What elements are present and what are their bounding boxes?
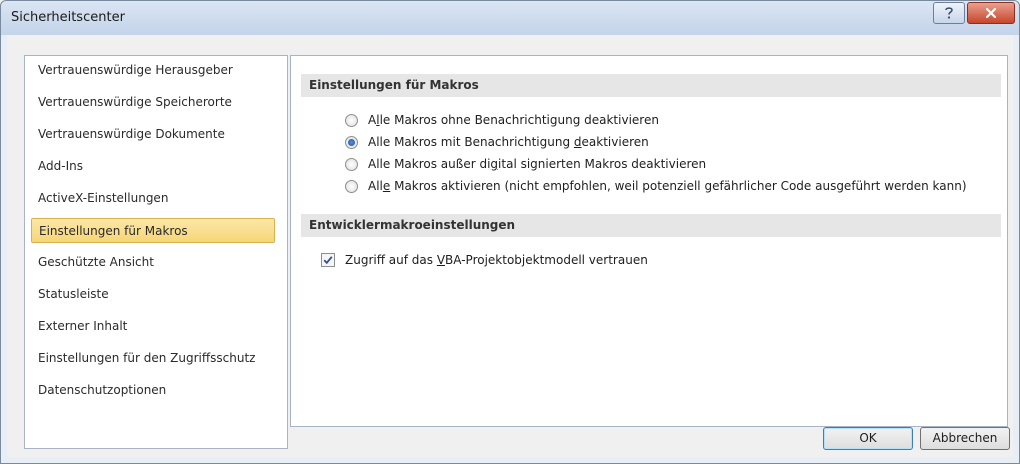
sidebar-item-trusted-documents[interactable]: Vertrauenswürdige Dokumente — [31, 122, 275, 147]
sidebar-item-label: Vertrauenswürdige Speicherorte — [38, 95, 232, 109]
sidebar-item-trusted-publishers[interactable]: Vertrauenswürdige Herausgeber — [31, 58, 275, 83]
sidebar-item-privacy-options[interactable]: Datenschutzoptionen — [31, 378, 275, 403]
radio-disable-with-notification[interactable]: Alle Makros mit Benachrichtigung deaktiv… — [345, 133, 649, 151]
developer-settings-header: Entwicklermakroeinstellungen — [301, 214, 1001, 237]
checkbox-label: Zugriff auf das VBA-Projektobjektmodell … — [345, 253, 648, 267]
sidebar-item-message-bar[interactable]: Statusleiste — [31, 282, 275, 307]
sidebar-item-label: Vertrauenswürdige Dokumente — [38, 127, 225, 141]
category-list: Vertrauenswürdige Herausgeber Vertrauens… — [24, 55, 288, 449]
sidebar-item-label: Datenschutzoptionen — [38, 383, 167, 397]
cancel-button[interactable]: Abbrechen — [920, 427, 1010, 450]
ok-button[interactable]: OK — [823, 427, 913, 450]
checkbox[interactable] — [321, 253, 335, 267]
sidebar-item-label: Einstellungen für den Zugriffsschutz — [38, 351, 256, 365]
sidebar-item-macro-settings[interactable]: Einstellungen für Makros — [31, 218, 275, 243]
radio-label: Alle Makros außer digital signierten Mak… — [368, 157, 707, 171]
sidebar-item-add-ins[interactable]: Add-Ins — [31, 154, 275, 179]
macro-settings-header: Einstellungen für Makros — [301, 74, 1001, 97]
checkbox-trust-vba-object-model[interactable]: Zugriff auf das VBA-Projektobjektmodell … — [321, 251, 648, 269]
close-button[interactable] — [967, 2, 1015, 24]
sidebar-item-label: Externer Inhalt — [38, 319, 128, 333]
sidebar-item-external-content[interactable]: Externer Inhalt — [31, 314, 275, 339]
dialog-body: Vertrauenswürdige Herausgeber Vertrauens… — [7, 35, 1013, 457]
sidebar-item-label: ActiveX-Einstellungen — [38, 191, 169, 205]
trust-center-dialog: Sicherheitscenter Vertrauenswürdige Hera… — [0, 0, 1020, 464]
sidebar-item-label: Einstellungen für Makros — [39, 224, 188, 238]
sidebar-item-activex[interactable]: ActiveX-Einstellungen — [31, 186, 275, 211]
radio-label: Alle Makros aktivieren (nicht empfohlen,… — [368, 179, 967, 193]
radio-label: Alle Makros ohne Benachrichtigung deakti… — [368, 113, 659, 127]
settings-panel: Einstellungen für Makros Alle Makros ohn… — [290, 55, 1008, 427]
radio-label: Alle Makros mit Benachrichtigung deaktiv… — [368, 135, 649, 149]
help-button[interactable] — [933, 2, 965, 24]
radio-button[interactable] — [345, 157, 358, 171]
sidebar-item-label: Statusleiste — [38, 287, 109, 301]
checkmark-icon — [323, 256, 333, 265]
sidebar-item-file-block[interactable]: Einstellungen für den Zugriffsschutz — [31, 346, 275, 371]
sidebar-item-protected-view[interactable]: Geschützte Ansicht — [31, 250, 275, 275]
radio-enable-all-macros[interactable]: Alle Makros aktivieren (nicht empfohlen,… — [345, 177, 967, 195]
radio-disable-except-signed[interactable]: Alle Makros außer digital signierten Mak… — [345, 155, 706, 173]
close-icon — [985, 7, 997, 19]
window-title: Sicherheitscenter — [11, 10, 125, 25]
radio-button[interactable] — [345, 179, 358, 193]
radio-button[interactable] — [345, 113, 358, 127]
title-bar[interactable]: Sicherheitscenter — [1, 1, 1019, 35]
sidebar-item-label: Geschützte Ansicht — [38, 255, 154, 269]
sidebar-item-label: Vertrauenswürdige Herausgeber — [38, 63, 233, 77]
radio-button-selected[interactable] — [345, 135, 358, 149]
help-icon — [945, 7, 953, 19]
sidebar-item-label: Add-Ins — [38, 159, 83, 173]
radio-disable-without-notification[interactable]: Alle Makros ohne Benachrichtigung deakti… — [345, 111, 659, 129]
sidebar-item-trusted-locations[interactable]: Vertrauenswürdige Speicherorte — [31, 90, 275, 115]
